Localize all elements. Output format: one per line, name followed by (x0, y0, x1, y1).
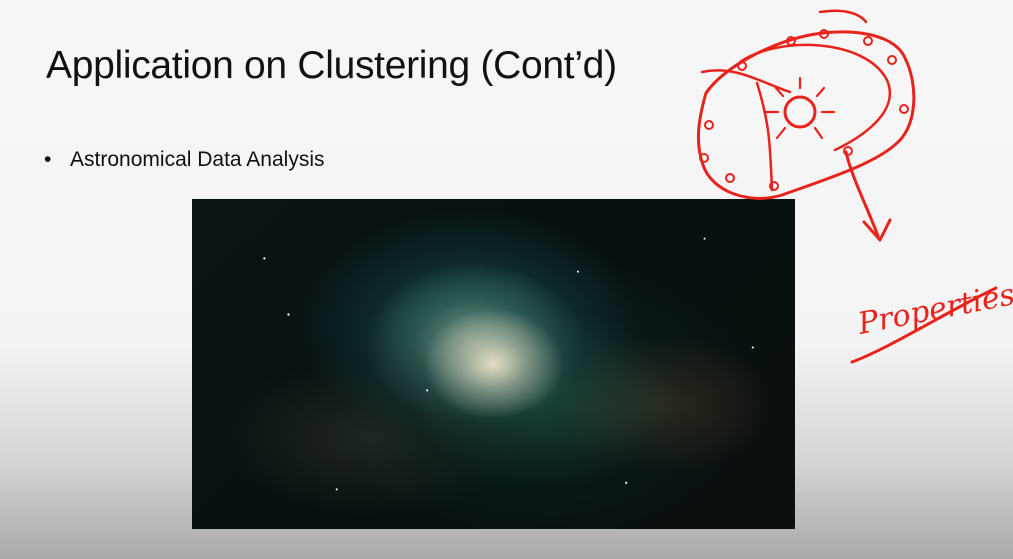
annotation-sun-rays (764, 76, 836, 140)
annotation-handwriting: Properties (854, 277, 1013, 342)
slide-title: Application on Clustering (Cont’d) (46, 44, 617, 87)
annotation-sun-circle (783, 95, 817, 129)
star-field (192, 199, 795, 529)
annotation-arrow-shaft (844, 150, 880, 238)
annotation-arrow-head (862, 218, 892, 242)
bullet-text: Astronomical Data Analysis (70, 148, 325, 171)
annotation-cluster-loop (696, 30, 916, 200)
nebula-image (192, 199, 795, 529)
annotation-inner-arc (738, 43, 891, 152)
bullet-item: • Astronomical Data Analysis (44, 148, 325, 172)
annotation-scribble-strokes (700, 9, 868, 192)
bullet-dot-icon: • (44, 148, 52, 171)
annotation-underline (850, 286, 998, 364)
slide-canvas: Application on Clustering (Cont’d) • Ast… (0, 0, 1013, 559)
annotation-point-markers (699, 29, 909, 191)
